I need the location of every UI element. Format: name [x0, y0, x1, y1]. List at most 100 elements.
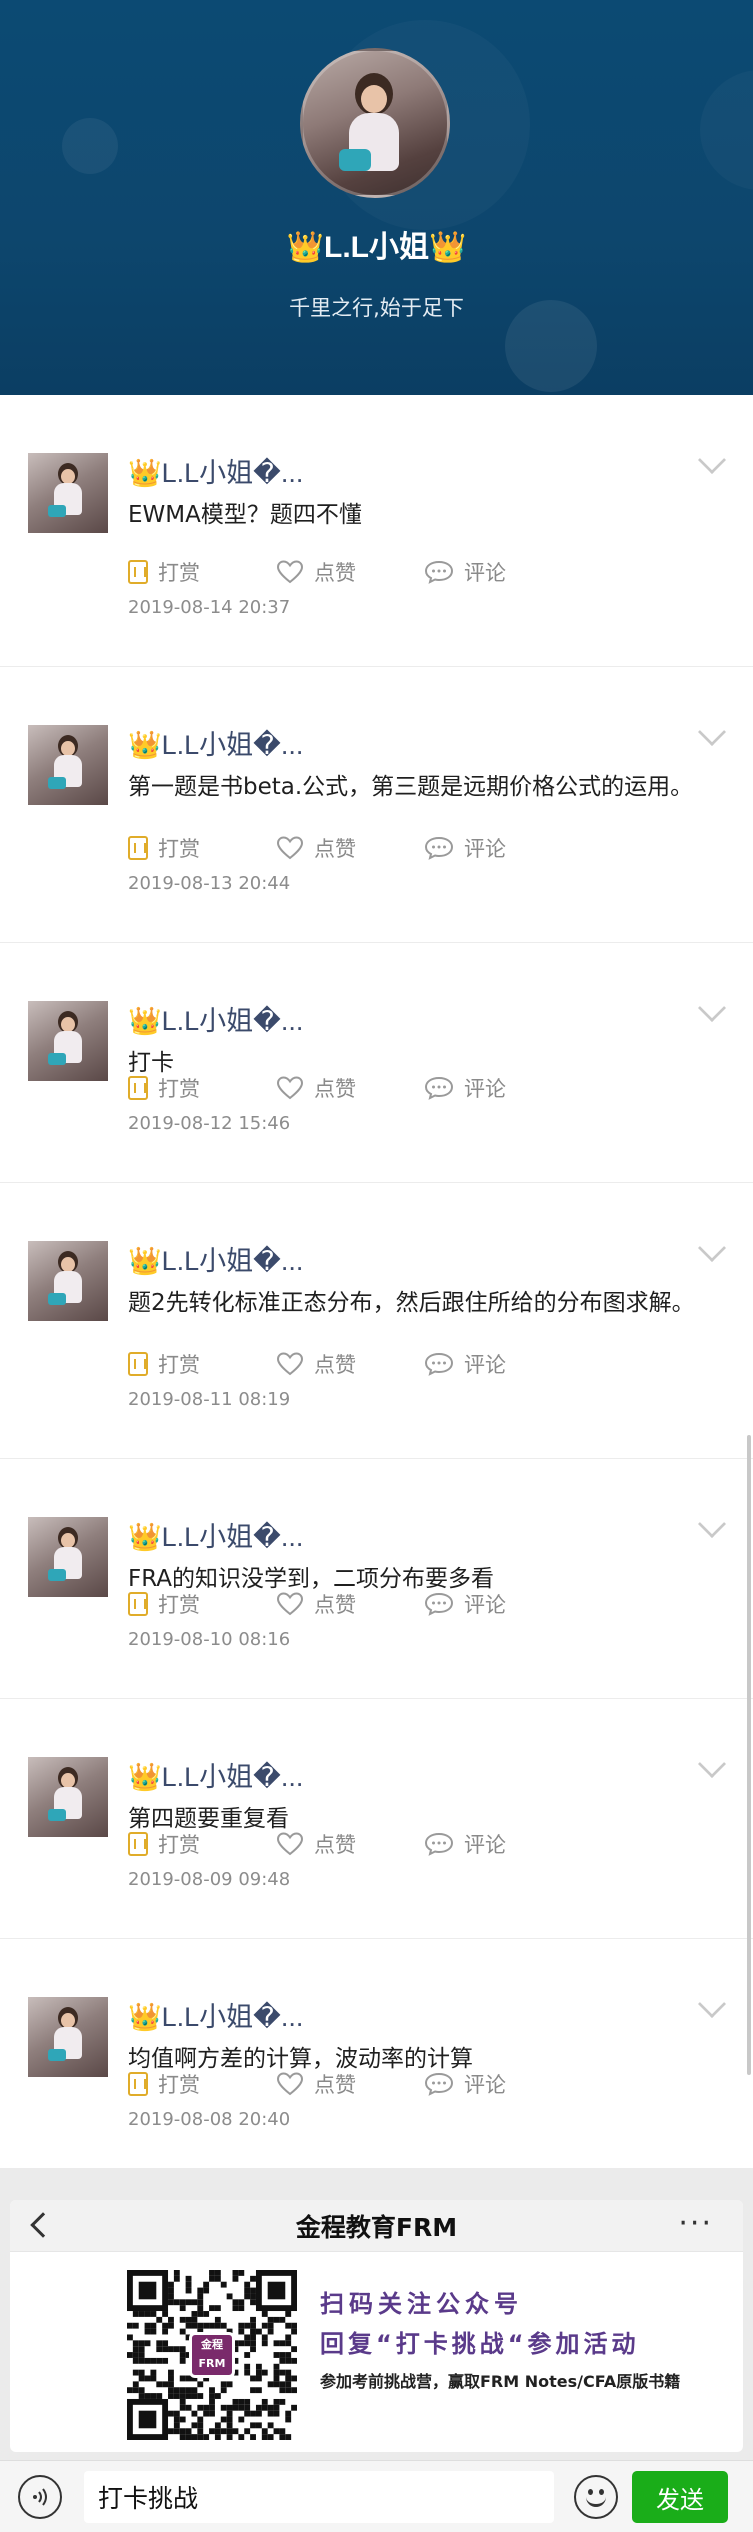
post-avatar[interactable] [28, 1997, 108, 2077]
post-actions: 打赏 点赞 评论 [128, 833, 548, 863]
comment-icon [424, 836, 454, 860]
reward-button[interactable]: 打赏 [128, 2069, 200, 2099]
post-item: 👑L.L小姐�... 第四题要重复看 打赏 点赞 评论 2019-08-09 0… [0, 1699, 753, 1939]
emoji-icon[interactable] [574, 2475, 618, 2519]
chevron-down-icon[interactable] [697, 1749, 727, 1779]
reward-icon [128, 560, 148, 584]
crown-icon: 👑 [128, 458, 162, 488]
reward-button[interactable]: 打赏 [128, 833, 200, 863]
decorative-bubble [700, 70, 753, 190]
heart-icon [276, 1352, 304, 1376]
post-actions: 打赏 点赞 评论 [128, 2069, 548, 2099]
promo-line-2: 回复“打卡挑战“参加活动 [320, 2330, 640, 2358]
reward-icon [128, 1592, 148, 1616]
reward-button[interactable]: 打赏 [128, 1349, 200, 1379]
post-author[interactable]: 👑L.L小姐�... [128, 451, 303, 490]
crown-icon: 👑 [128, 1522, 162, 1552]
comment-icon [424, 2072, 454, 2096]
post-actions: 打赏 点赞 评论 [128, 1073, 548, 1103]
post-author[interactable]: 👑L.L小姐�... [128, 999, 303, 1038]
profile-avatar[interactable] [300, 48, 450, 198]
chevron-down-icon[interactable] [697, 993, 727, 1023]
promo-card: 金程教育FRM ··· 金程 FRM 扫码关注公众号 回复“打卡挑战“参加活动 参… [10, 2200, 743, 2452]
reward-icon [128, 1076, 148, 1100]
post-avatar[interactable] [28, 453, 108, 533]
post-item: 👑L.L小姐�... 第一题是书beta.公式，第三题是远期价格公式的运用。 打… [0, 667, 753, 943]
like-button[interactable]: 点赞 [276, 1589, 356, 1619]
crown-icon: 👑 [429, 231, 467, 264]
reward-button[interactable]: 打赏 [128, 1073, 200, 1103]
comment-button[interactable]: 评论 [424, 1349, 506, 1379]
profile-name: 👑L.L小姐👑 [0, 222, 753, 266]
post-actions: 打赏 点赞 评论 [128, 1589, 548, 1619]
voice-icon[interactable] [18, 2475, 62, 2519]
chevron-down-icon[interactable] [697, 1509, 727, 1539]
chevron-down-icon[interactable] [697, 1233, 727, 1263]
qr-code: 金程 FRM [127, 2270, 297, 2440]
post-item: 👑L.L小姐�... FRA的知识没学到，二项分布要多看 打赏 点赞 评论 20… [0, 1459, 753, 1699]
decorative-bubble [62, 118, 118, 174]
comment-button[interactable]: 评论 [424, 1073, 506, 1103]
profile-bio: 千里之行,始于足下 [289, 296, 464, 320]
post-avatar[interactable] [28, 725, 108, 805]
reward-icon [128, 836, 148, 860]
post-author[interactable]: 👑L.L小姐�... [128, 1239, 303, 1278]
like-button[interactable]: 点赞 [276, 1829, 356, 1859]
post-author[interactable]: 👑L.L小姐�... [128, 723, 303, 762]
chevron-down-icon[interactable] [697, 1989, 727, 2019]
like-button[interactable]: 点赞 [276, 1349, 356, 1379]
post-actions: 打赏 点赞 评论 [128, 1349, 548, 1379]
heart-icon [276, 1832, 304, 1856]
reward-icon [128, 1832, 148, 1856]
heart-icon [276, 1076, 304, 1100]
crown-icon: 👑 [128, 1762, 162, 1792]
post-author[interactable]: 👑L.L小姐�... [128, 1515, 303, 1554]
post-item: 👑L.L小姐�... 打卡 打赏 点赞 评论 2019-08-12 15:46 [0, 943, 753, 1183]
scrollbar[interactable] [747, 1435, 751, 2075]
reward-icon [128, 1352, 148, 1376]
comment-button[interactable]: 评论 [424, 1829, 506, 1859]
comment-button[interactable]: 评论 [424, 833, 506, 863]
post-avatar[interactable] [28, 1757, 108, 1837]
post-time: 2019-08-10 08:16 [128, 1629, 291, 1650]
crown-icon: 👑 [128, 1246, 162, 1276]
comment-button[interactable]: 评论 [424, 2069, 506, 2099]
like-button[interactable]: 点赞 [276, 1073, 356, 1103]
post-author[interactable]: 👑L.L小姐�... [128, 1995, 303, 2034]
comment-icon [424, 1832, 454, 1856]
promo-line-1: 扫码关注公众号 [320, 2290, 523, 2318]
post-time: 2019-08-14 20:37 [128, 597, 291, 618]
post-item: 👑L.L小姐�... 均值啊方差的计算，波动率的计算 打赏 点赞 评论 2019… [0, 1939, 753, 2168]
more-options-icon[interactable]: ··· [678, 2206, 713, 2241]
post-avatar[interactable] [28, 1517, 108, 1597]
crown-icon: 👑 [286, 231, 324, 264]
comment-icon [424, 560, 454, 584]
comment-button[interactable]: 评论 [424, 557, 506, 587]
chat-input-bar: 发送 [0, 2460, 753, 2532]
reward-button[interactable]: 打赏 [128, 1589, 200, 1619]
profile-header: 👑L.L小姐👑 千里之行,始于足下 [0, 0, 753, 395]
like-button[interactable]: 点赞 [276, 2069, 356, 2099]
comment-icon [424, 1352, 454, 1376]
promo-line-3: 参加考前挑战营，赢取FRM Notes/CFA原版书籍 [320, 2372, 681, 2391]
post-avatar[interactable] [28, 1241, 108, 1321]
post-time: 2019-08-08 20:40 [128, 2109, 291, 2130]
like-button[interactable]: 点赞 [276, 557, 356, 587]
message-input[interactable] [84, 2471, 554, 2523]
post-time: 2019-08-13 20:44 [128, 873, 291, 894]
post-text: 第一题是书beta.公式，第三题是远期价格公式的运用。 [128, 774, 694, 800]
chevron-down-icon[interactable] [697, 717, 727, 747]
post-time: 2019-08-09 09:48 [128, 1869, 291, 1890]
post-text: 题2先转化标准正态分布，然后跟住所给的分布图求解。 [128, 1290, 695, 1316]
comment-icon [424, 1076, 454, 1100]
card-title: 金程教育FRM [295, 2213, 458, 2242]
like-button[interactable]: 点赞 [276, 833, 356, 863]
heart-icon [276, 836, 304, 860]
reward-button[interactable]: 打赏 [128, 1829, 200, 1859]
reward-button[interactable]: 打赏 [128, 557, 200, 587]
post-avatar[interactable] [28, 1001, 108, 1081]
comment-button[interactable]: 评论 [424, 1589, 506, 1619]
chevron-down-icon[interactable] [697, 445, 727, 475]
send-button[interactable]: 发送 [632, 2471, 728, 2523]
post-author[interactable]: 👑L.L小姐�... [128, 1755, 303, 1794]
